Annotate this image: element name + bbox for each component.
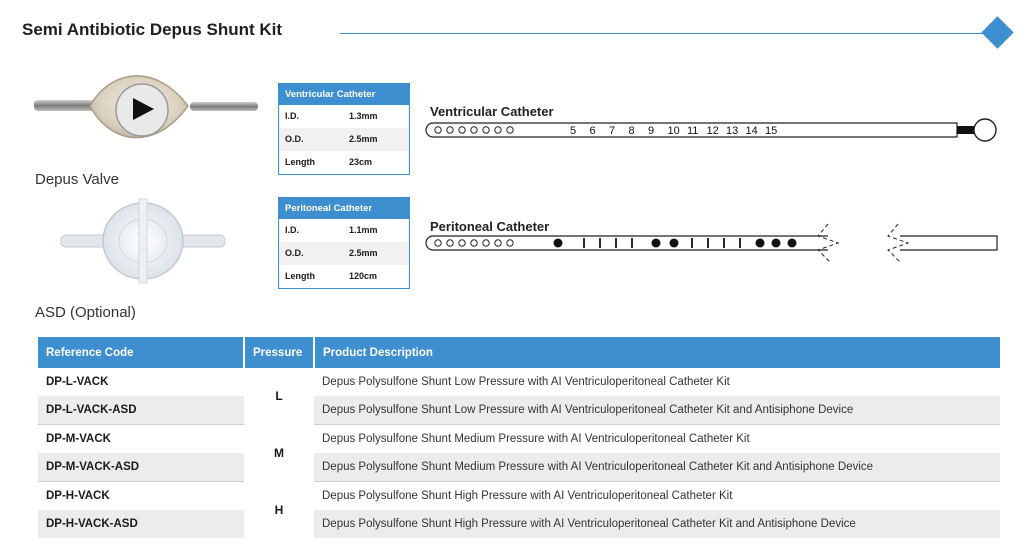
description-cell: Depus Polysulfone Shunt Low Pressure wit…	[314, 396, 1000, 425]
title-divider	[340, 33, 992, 34]
table-row: DP-M-VACK-ASD Depus Polysulfone Shunt Me…	[38, 453, 1000, 482]
spec-row: Length 120cm	[279, 265, 409, 288]
catheter-marking: 11	[687, 125, 698, 137]
description-cell: Depus Polysulfone Shunt Medium Pressure …	[322, 433, 750, 445]
description-cell: Depus Polysulfone Shunt High Pressure wi…	[314, 510, 1000, 538]
column-header-pressure: Pressure	[243, 337, 315, 368]
spec-row: Length 23cm	[279, 151, 409, 174]
table-row: DP-M-VACK M Depus Polysulfone Shunt Medi…	[38, 424, 1000, 482]
reference-code-cell: DP-H-VACK-ASD	[38, 510, 244, 538]
spec-label: O.D.	[285, 134, 304, 144]
catheter-marking: 13	[726, 125, 738, 137]
asd-device-image	[60, 198, 226, 284]
catheter-marking: 6	[590, 125, 596, 137]
spec-value: 1.3mm	[349, 111, 378, 121]
product-table: Reference Code Pressure Product Descript…	[38, 337, 1000, 538]
spec-label: Length	[285, 157, 315, 167]
catheter-marking: 9	[648, 125, 654, 137]
description-cell: Depus Polysulfone Shunt High Pressure wi…	[322, 490, 733, 502]
catheter-marking: 8	[629, 125, 635, 137]
valve-caption: Depus Valve	[35, 171, 119, 188]
catheter-marking: 5	[570, 125, 576, 137]
page-title: Semi Antibiotic Depus Shunt Kit	[22, 20, 283, 39]
catheter-marking: 15	[765, 125, 777, 137]
spec-label: I.D.	[285, 225, 300, 235]
description-cell: Depus Polysulfone Shunt Low Pressure wit…	[322, 376, 730, 388]
column-header-reference-code: Reference Code	[38, 337, 244, 368]
column-header-product-description: Product Description	[314, 337, 1000, 368]
spec-value: 120cm	[349, 271, 378, 281]
reference-code-cell: DP-M-VACK-ASD	[38, 453, 244, 482]
spec-value: 2.5mm	[349, 248, 378, 258]
catheter-marking: 12	[707, 125, 719, 137]
catheter-marking: 7	[609, 125, 615, 137]
spec-label: Length	[285, 271, 315, 281]
spec-label: O.D.	[285, 248, 304, 258]
catheter-marking: 14	[746, 125, 758, 137]
pressure-cell: M	[244, 424, 314, 482]
spec-row: I.D. 1.3mm	[279, 105, 409, 128]
spec-value: 1.1mm	[349, 225, 378, 235]
spec-value: 2.5mm	[349, 134, 378, 144]
pressure-cell: L	[244, 368, 314, 425]
spec-row: I.D. 1.1mm	[279, 219, 409, 242]
reference-code-cell: DP-H-VACK	[46, 490, 110, 502]
peritoneal-spec-table: Peritoneal Catheter I.D. 1.1mm O.D. 2.5mm …	[278, 197, 410, 289]
reference-code-cell: DP-L-VACK-ASD	[38, 396, 244, 425]
table-row: DP-L-VACK L Depus Polysulfone Shunt Low …	[38, 368, 1000, 425]
spec-table-header: Peritoneal Catheter	[279, 198, 409, 219]
diamond-icon	[981, 16, 1014, 49]
spec-row: O.D. 2.5mm	[279, 242, 409, 265]
spec-row: O.D. 2.5mm	[279, 128, 409, 151]
table-row: DP-L-VACK-ASD Depus Polysulfone Shunt Lo…	[38, 396, 1000, 425]
catheter-marking: 10	[668, 125, 680, 137]
table-row: DP-H-VACK-ASD Depus Polysulfone Shunt Hi…	[38, 510, 1000, 538]
table-row: DP-H-VACK H Depus Polysulfone Shunt High…	[38, 481, 1000, 538]
table-header-row: Reference Code Pressure Product Descript…	[38, 337, 1000, 368]
spec-table-header: Ventricular Catheter	[279, 84, 409, 105]
pressure-cell: H	[244, 481, 314, 538]
reference-code-cell: DP-M-VACK	[46, 433, 111, 445]
description-cell: Depus Polysulfone Shunt Medium Pressure …	[314, 453, 1000, 482]
ventricular-spec-table: Ventricular Catheter I.D. 1.3mm O.D. 2.5mm…	[278, 83, 410, 175]
reference-code-cell: DP-L-VACK	[46, 376, 109, 388]
depus-valve-image	[34, 75, 258, 139]
ventricular-catheter-diagram: 5 6 7 8 9 10 11 12 13 14 15	[425, 118, 997, 142]
spec-value: 23cm	[349, 157, 373, 167]
asd-caption: ASD (Optional)	[35, 304, 136, 321]
spec-label: I.D.	[285, 111, 300, 121]
peritoneal-catheter-diagram	[425, 223, 998, 263]
